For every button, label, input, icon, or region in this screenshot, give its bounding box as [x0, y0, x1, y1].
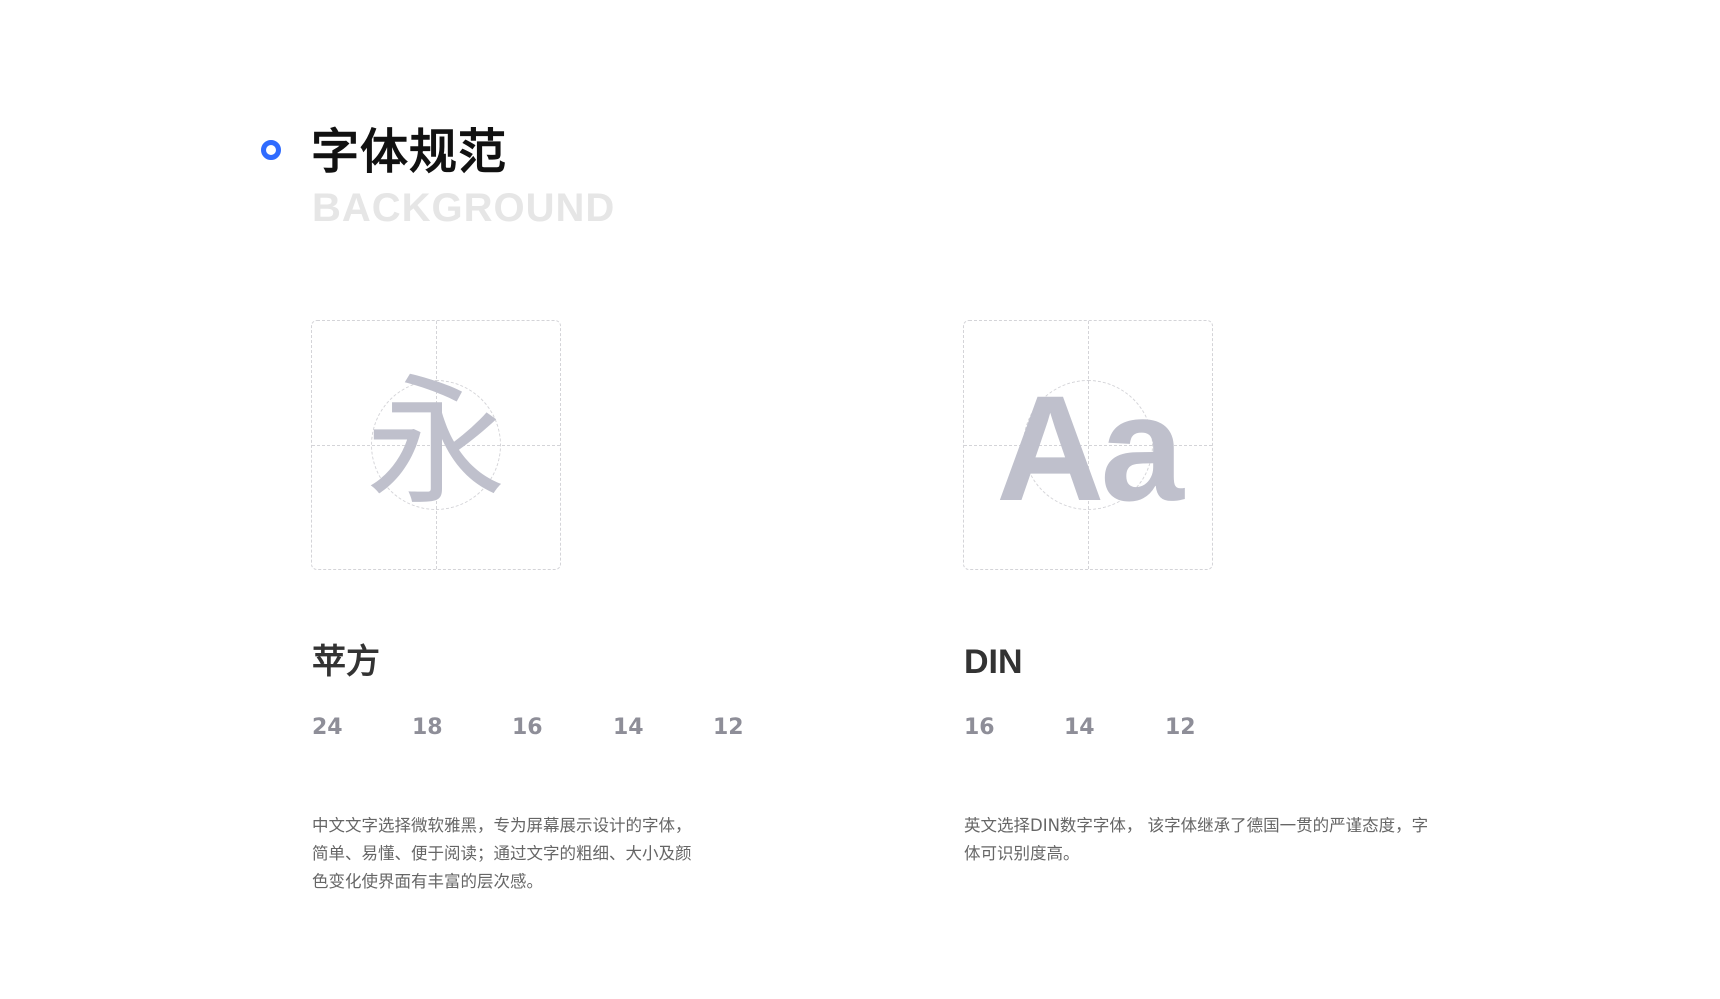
english-size-list: 16 14 12	[964, 714, 1264, 742]
specimen-glyph: 永	[365, 362, 506, 525]
description-line: 体可识别度高。	[964, 844, 1080, 863]
description-line: 简单、易懂、便于阅读；通过文字的粗细、大小及颜	[312, 844, 692, 863]
specimen-glyph: Aa	[996, 364, 1184, 532]
font-name-chinese: 苹方	[312, 642, 380, 682]
chinese-size-list: 24 18 16 14 12	[312, 714, 752, 742]
size-label: 14	[1064, 715, 1095, 740]
description-line: 英文选择DIN数字字体， 该字体继承了德国一贯的严谨态度，字	[964, 816, 1429, 835]
size-label: 16	[512, 715, 543, 740]
chinese-font-description: 中文文字选择微软雅黑，专为屏幕展示设计的字体， 简单、易懂、便于阅读；通过文字的…	[312, 812, 692, 896]
english-specimen-box: Aa	[963, 320, 1213, 570]
english-font-description: 英文选择DIN数字字体， 该字体继承了德国一贯的严谨态度，字 体可识别度高。	[964, 812, 1428, 868]
description-line: 色变化使界面有丰富的层次感。	[312, 872, 543, 891]
size-label: 18	[412, 715, 443, 740]
description-line: 中文文字选择微软雅黑，专为屏幕展示设计的字体，	[312, 816, 692, 835]
size-label: 16	[964, 715, 995, 740]
size-label: 24	[312, 715, 343, 740]
size-label: 14	[613, 715, 644, 740]
size-label: 12	[1165, 715, 1196, 740]
section-marker-icon	[261, 140, 281, 160]
chinese-specimen-box: 永	[311, 320, 561, 570]
font-name-english: DIN	[964, 643, 1023, 681]
size-label: 12	[713, 715, 744, 740]
page-subtitle: BACKGROUND	[312, 186, 616, 230]
page-title: 字体规范	[311, 124, 508, 180]
